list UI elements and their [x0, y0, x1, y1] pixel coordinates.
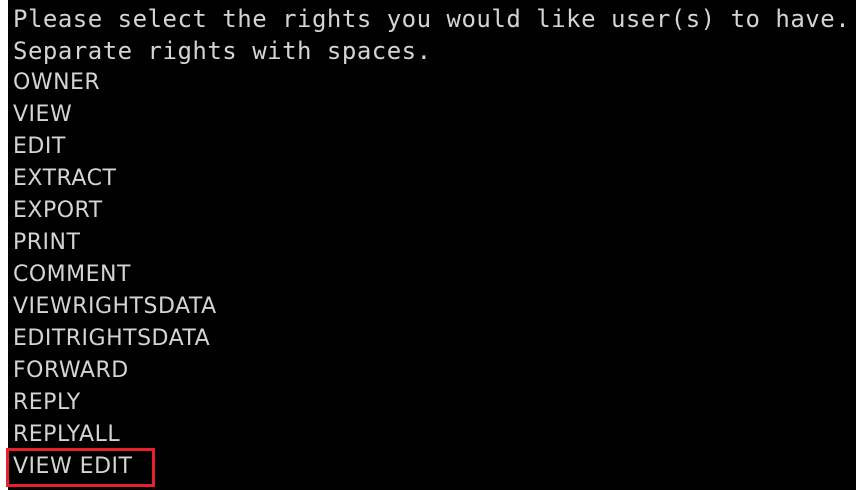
- right-option-editrightsdata: EDITRIGHTSDATA: [13, 326, 211, 351]
- right-option-owner: OWNER: [13, 70, 101, 95]
- right-option-reply: REPLY: [13, 390, 81, 415]
- right-option-print: PRINT: [13, 230, 81, 255]
- console-window[interactable]: Please select the rights you would like …: [8, 0, 856, 490]
- right-option-replyall: REPLYALL: [13, 422, 121, 447]
- command-input-line[interactable]: VIEW EDIT: [13, 451, 856, 483]
- right-option-edit: EDIT: [13, 134, 66, 159]
- right-option-extract: EXTRACT: [13, 166, 117, 191]
- right-option-view: VIEW: [13, 102, 73, 127]
- right-option-comment: COMMENT: [13, 262, 131, 287]
- prompt-line-1: Please select the rights you would like …: [13, 5, 851, 33]
- right-option-export: EXPORT: [13, 198, 103, 223]
- prompt-line-2: Separate rights with spaces.: [13, 37, 432, 65]
- right-option-forward: FORWARD: [13, 358, 129, 383]
- right-option-viewrightsdata: VIEWRIGHTSDATA: [13, 294, 217, 319]
